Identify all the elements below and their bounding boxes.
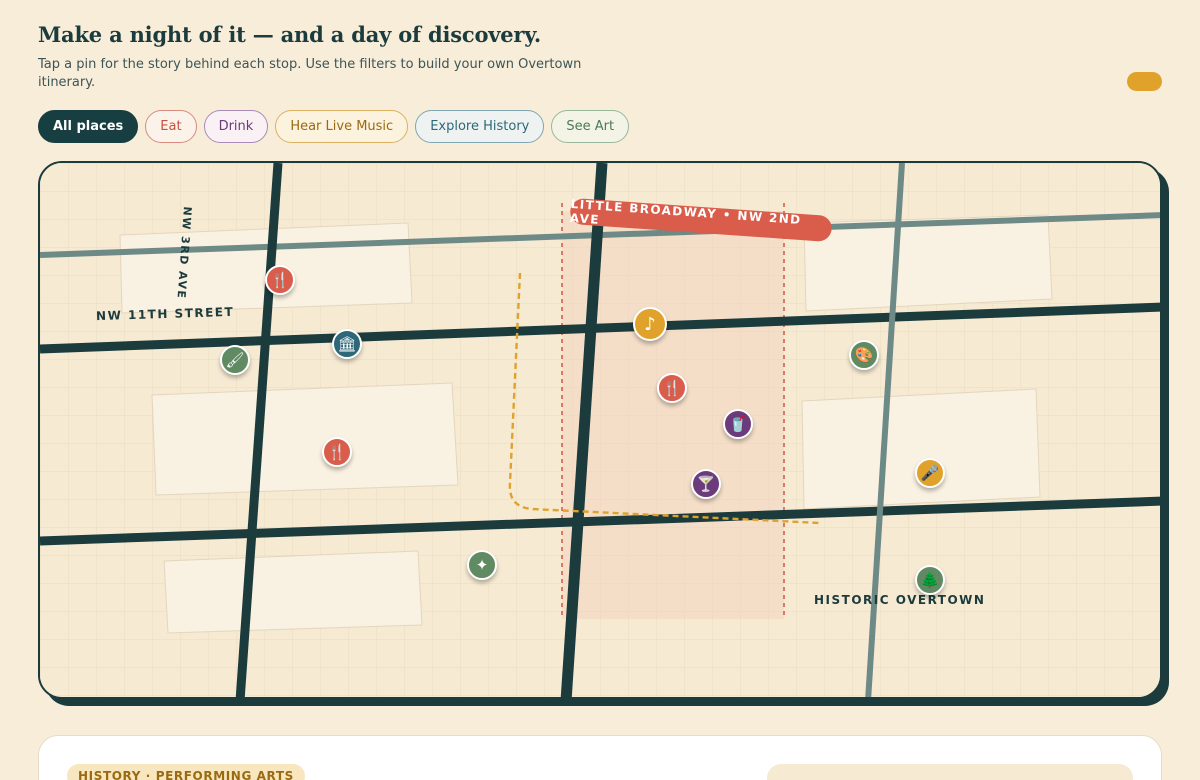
pin-live-music[interactable]: 🎤 bbox=[915, 458, 945, 488]
filter-drink[interactable]: Drink bbox=[203, 110, 269, 143]
music-note-icon: ♪ bbox=[644, 313, 656, 335]
page-subtitle: Tap a pin for the story behind each stop… bbox=[38, 57, 582, 90]
filter-bar: All places Eat Drink Hear Live Music Exp… bbox=[38, 110, 630, 143]
pin-history[interactable]: 🏛 bbox=[332, 329, 362, 359]
neighborhood-map[interactable]: NW 11TH STREET NW 3RD AVE LITTLE BROADWA… bbox=[38, 161, 1162, 699]
pin-eat[interactable]: 🍴 bbox=[322, 437, 352, 467]
filter-eat[interactable]: Eat bbox=[145, 110, 197, 143]
page-title: Make a night of it — and a day of discov… bbox=[38, 22, 542, 47]
paintbrush-icon: 🖌 bbox=[225, 351, 245, 369]
map-canvas bbox=[40, 163, 1160, 697]
cocktail-icon: 🍸 bbox=[696, 475, 716, 493]
card-media bbox=[767, 764, 1133, 780]
filter-live-music[interactable]: Hear Live Music bbox=[275, 110, 409, 143]
pin-art[interactable]: 🖌 bbox=[220, 345, 250, 375]
pin-art[interactable]: 🌲 bbox=[915, 565, 945, 595]
sparkle-icon: ✦ bbox=[475, 556, 489, 574]
place-detail-card: HISTORY · PERFORMING ARTS bbox=[38, 735, 1162, 780]
toggle-pill[interactable] bbox=[1127, 72, 1162, 91]
glass-icon: 🥤 bbox=[728, 415, 748, 433]
filter-history[interactable]: Explore History bbox=[415, 110, 545, 143]
microphone-icon: 🎤 bbox=[920, 464, 940, 482]
tree-icon: 🌲 bbox=[920, 571, 940, 589]
fork-knife-icon: 🍴 bbox=[662, 379, 682, 397]
pin-live-music[interactable]: ♪ bbox=[633, 307, 667, 341]
pin-art[interactable]: 🎨 bbox=[849, 340, 879, 370]
category-tag: HISTORY · PERFORMING ARTS bbox=[67, 764, 305, 780]
pin-drink[interactable]: 🍸 bbox=[691, 469, 721, 499]
pin-eat[interactable]: 🍴 bbox=[657, 373, 687, 403]
fork-knife-icon: 🍴 bbox=[327, 443, 347, 461]
filter-all-places[interactable]: All places bbox=[38, 110, 139, 143]
pin-drink[interactable]: 🥤 bbox=[723, 409, 753, 439]
pin-eat[interactable]: 🍴 bbox=[265, 265, 295, 295]
museum-icon: 🏛 bbox=[337, 335, 357, 353]
filter-art[interactable]: See Art bbox=[551, 110, 630, 143]
palette-icon: 🎨 bbox=[854, 346, 874, 364]
label-historic-overtown: HISTORIC OVERTOWN bbox=[814, 593, 986, 607]
fork-knife-icon: 🍴 bbox=[270, 271, 290, 289]
pin-art[interactable]: ✦ bbox=[467, 550, 497, 580]
